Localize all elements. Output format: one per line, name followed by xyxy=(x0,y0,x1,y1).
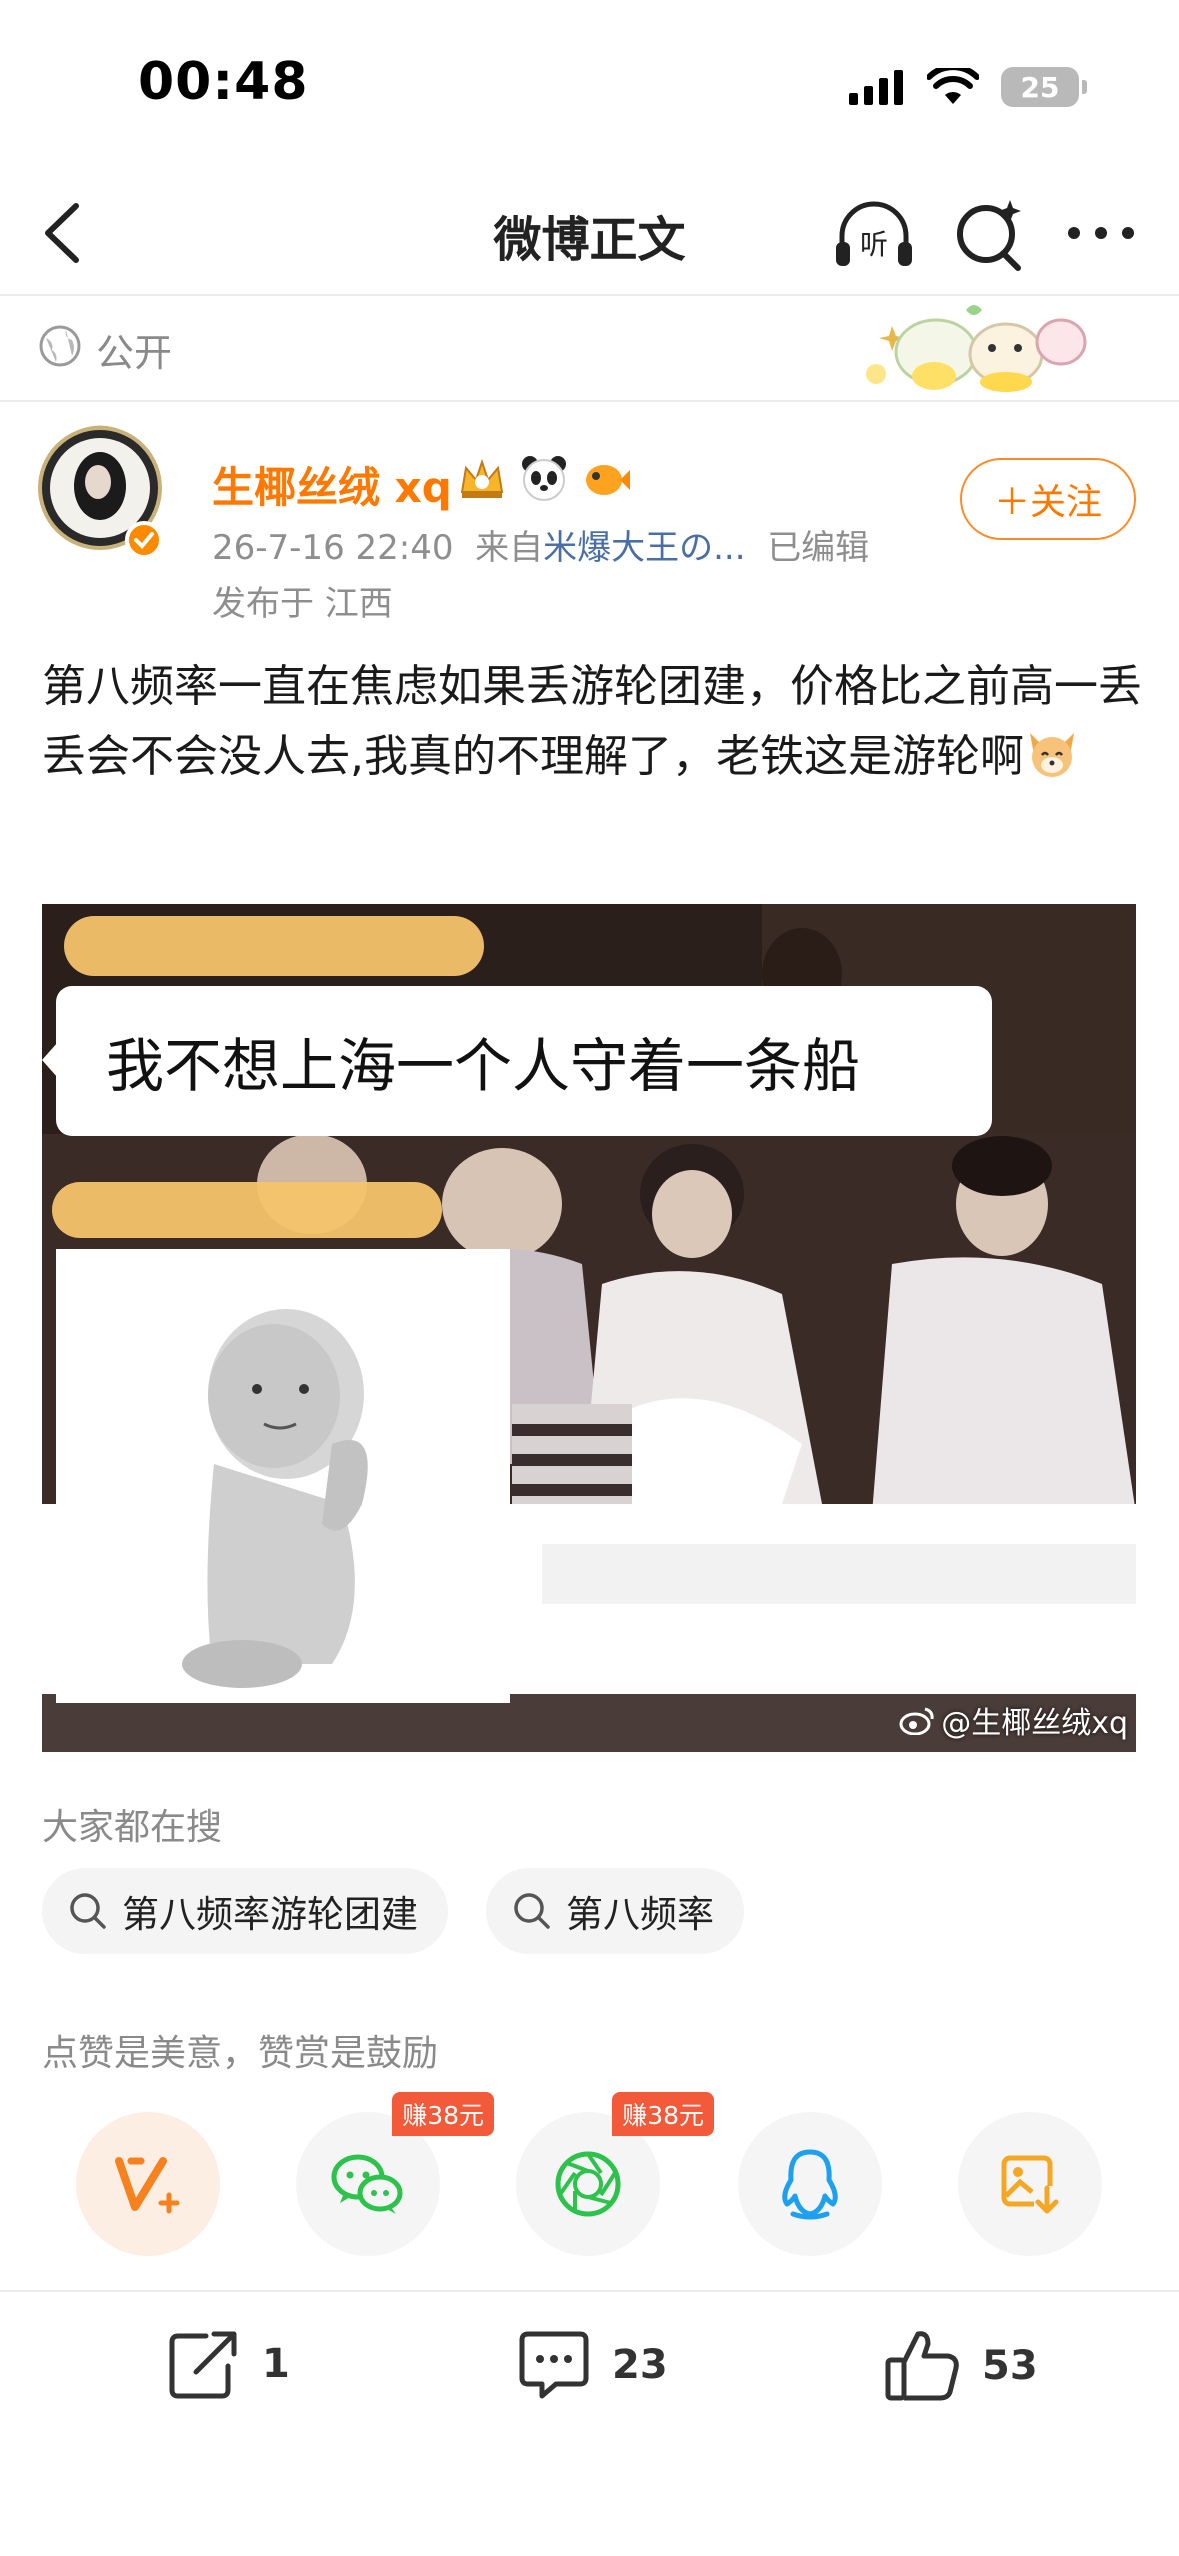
save-image-icon xyxy=(1001,2155,1060,2214)
earn-tag: 赚38元 xyxy=(612,2092,714,2136)
user-badges xyxy=(456,452,632,504)
action-bar: 1 23 53 xyxy=(0,2292,1179,2556)
battery-level: 25 xyxy=(1020,70,1060,104)
search-icon[interactable] xyxy=(952,194,1028,274)
redaction-scribble xyxy=(52,1182,442,1238)
reward-label: 点赞是美意，赞赏是鼓励 xyxy=(42,2033,439,2074)
status-bar: 00:48 25 xyxy=(0,0,1179,170)
panda-badge-icon xyxy=(522,456,566,501)
share-qq-button[interactable] xyxy=(738,2112,882,2256)
comment-icon xyxy=(519,2331,589,2399)
fish-badge-icon xyxy=(586,465,630,495)
status-icons: 25 xyxy=(849,62,1087,112)
share-moments-button[interactable]: 赚38元 xyxy=(516,2092,714,2256)
watermark-text: @生椰丝绒xq xyxy=(941,1706,1128,1741)
edited-label: 已编辑 xyxy=(767,528,870,568)
reward-button[interactable] xyxy=(76,2112,220,2256)
search-chip[interactable]: 第八频率游轮团建 xyxy=(42,1868,448,1954)
thumbs-up-icon xyxy=(885,2331,959,2401)
search-icon xyxy=(514,1893,550,1929)
crown-badge-icon xyxy=(460,458,504,498)
repost-icon xyxy=(169,2331,237,2399)
dog-emoji-icon xyxy=(1029,733,1074,777)
listen-label: 听 xyxy=(860,228,888,261)
wechat-icon xyxy=(331,2154,403,2214)
redaction-scribble xyxy=(64,916,484,976)
avatar[interactable] xyxy=(34,420,172,570)
visibility-label: 公开 xyxy=(96,331,173,375)
comment-button[interactable]: 23 xyxy=(516,2328,668,2402)
post-text: 第八频率一直在焦虑如果丢游轮团建，价格比之前高一丢丢会不会没人去,我真的不理解了… xyxy=(42,652,1142,792)
share-wechat-button[interactable]: 赚38元 xyxy=(296,2092,494,2256)
search-chip-label: 第八频率游轮团建 xyxy=(122,1893,418,1936)
follow-button[interactable]: ＋关注 xyxy=(960,458,1136,540)
like-button[interactable]: 53 xyxy=(884,2328,1038,2404)
like-count: 53 xyxy=(982,2343,1038,2389)
earn-tag: 赚38元 xyxy=(392,2092,494,2136)
author-name[interactable]: 生椰丝绒 xq xyxy=(212,454,452,515)
wifi-icon xyxy=(927,68,979,104)
moments-aperture-icon xyxy=(555,2151,621,2217)
nav-bar: 微博正文 听 xyxy=(0,170,1179,294)
qq-penguin-icon xyxy=(782,2149,838,2220)
search-chip[interactable]: 第八频率 xyxy=(486,1868,744,1954)
source-prefix: 来自 xyxy=(475,528,544,568)
cellular-signal-icon xyxy=(849,70,903,105)
post-location: 发布于 江西 xyxy=(212,584,393,624)
headphones-icon: 听 xyxy=(836,201,912,266)
repost-count: 1 xyxy=(262,2341,290,2387)
more-options-icon[interactable] xyxy=(1066,218,1136,248)
save-image-button[interactable] xyxy=(958,2112,1102,2256)
share-row: 赚38元 赚38元 xyxy=(0,2092,1179,2258)
weibo-logo-icon xyxy=(899,1707,934,1735)
trending-label: 大家都在搜 xyxy=(42,1807,223,1848)
comment-count: 23 xyxy=(612,2342,668,2388)
post-source-link[interactable]: 米爆大王の... xyxy=(543,528,745,568)
decorative-sticker xyxy=(866,305,1087,392)
image-watermark: @生椰丝绒xq xyxy=(899,1698,1128,1742)
status-time: 00:48 xyxy=(138,52,309,112)
listen-button[interactable]: 听 xyxy=(832,192,916,276)
repost-button[interactable]: 1 xyxy=(166,2328,290,2400)
globe-icon xyxy=(39,325,81,367)
battery-indicator: 25 xyxy=(1001,67,1087,107)
search-icon xyxy=(70,1893,106,1929)
visibility-row: 公开 xyxy=(0,296,1179,400)
divider xyxy=(0,400,1179,402)
post-image[interactable]: 我不想上海一个人守着一条船 @生椰丝绒xq xyxy=(42,904,1136,1752)
v-plus-icon xyxy=(115,2157,180,2214)
post-body: 第八频率一直在焦虑如果丢游轮团建，价格比之前高一丢丢会不会没人去,我真的不理解了… xyxy=(42,661,1142,782)
search-chip-label: 第八频率 xyxy=(566,1893,714,1936)
image-caption: 我不想上海一个人守着一条船 xyxy=(42,986,992,1136)
post-meta: 26-7-16 22:40 来自米爆大王の... 已编辑 xyxy=(212,520,869,569)
post-timestamp: 26-7-16 22:40 xyxy=(212,528,454,568)
